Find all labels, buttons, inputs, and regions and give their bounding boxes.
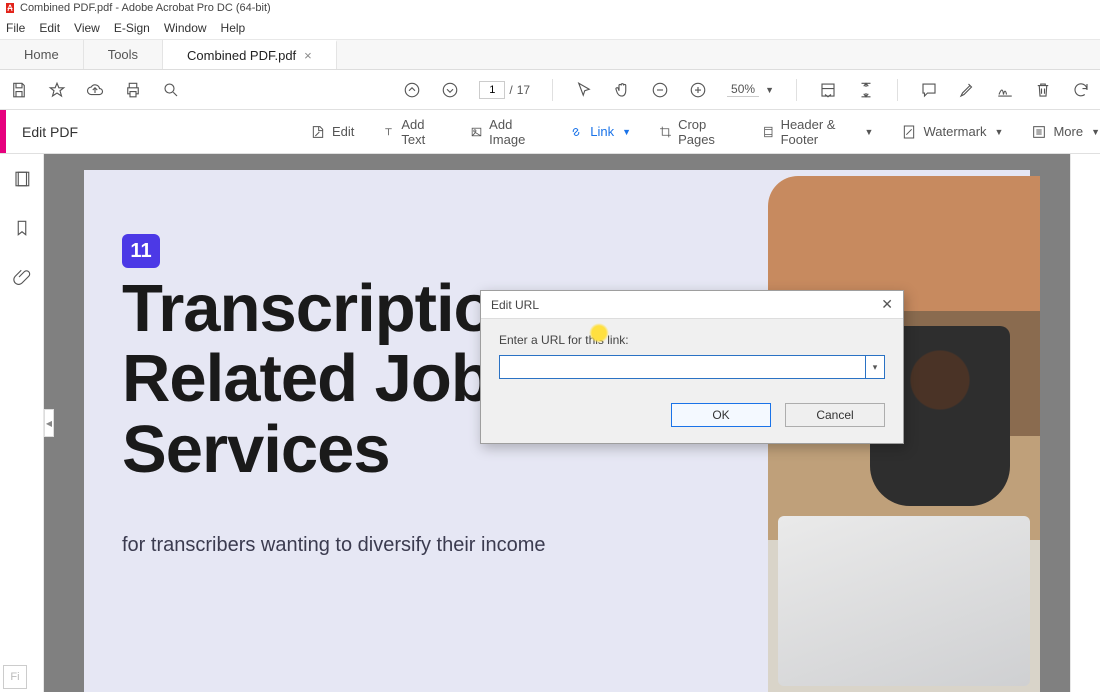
watermark-label: Watermark [923, 124, 986, 139]
add-image-tool[interactable]: Add Image [470, 117, 540, 147]
more-label: More [1053, 124, 1083, 139]
tabbar: Home Tools Combined PDF.pdf × [0, 40, 1100, 70]
save-icon[interactable] [10, 81, 28, 99]
fit-width-icon[interactable] [819, 81, 837, 99]
ok-button[interactable]: OK [671, 403, 771, 427]
link-label: Link [590, 124, 614, 139]
chevron-down-icon: ▼ [865, 127, 874, 137]
window-title: Combined PDF.pdf - Adobe Acrobat Pro DC … [20, 2, 271, 14]
main-toolbar: / 17 50% ▼ [0, 70, 1100, 110]
close-icon[interactable]: ✕ [881, 296, 893, 313]
link-tool[interactable]: Link ▼ [568, 124, 631, 140]
bookmark-icon[interactable] [13, 219, 31, 242]
page-total: 17 [517, 83, 530, 97]
fit-page-icon[interactable] [857, 81, 875, 99]
edit-tool[interactable]: Edit [310, 124, 354, 140]
zoom-in-icon[interactable] [689, 81, 707, 99]
dialog-label-text: Enter a URL for this link: [499, 333, 629, 347]
menubar: File Edit View E-Sign Window Help [0, 16, 1100, 40]
page-badge: 11 [122, 234, 160, 268]
find-icon[interactable] [162, 81, 180, 99]
edit-url-dialog: Edit URL ✕ Enter a URL for this link: ▾ … [480, 290, 904, 444]
page-indicator: / 17 [479, 81, 530, 99]
zoom-out-icon[interactable] [651, 81, 669, 99]
print-icon[interactable] [124, 81, 142, 99]
header-footer-tool[interactable]: Header & Footer ▼ [762, 117, 874, 147]
crop-label: Crop Pages [678, 117, 734, 147]
select-arrow-icon[interactable] [575, 81, 593, 99]
tab-document[interactable]: Combined PDF.pdf × [163, 40, 337, 69]
window-titlebar: Combined PDF.pdf - Adobe Acrobat Pro DC … [0, 0, 1100, 16]
url-input[interactable] [499, 355, 865, 379]
page-sep: / [509, 83, 512, 97]
menu-file[interactable]: File [6, 21, 25, 35]
page-down-icon[interactable] [441, 81, 459, 99]
watermark-fi: Fi [3, 665, 27, 689]
cancel-button[interactable]: Cancel [785, 403, 885, 427]
chevron-down-icon: ▼ [622, 127, 631, 137]
chevron-down-icon: ▼ [765, 85, 774, 95]
more-tool[interactable]: More ▼ [1031, 124, 1100, 140]
star-icon[interactable] [48, 81, 66, 99]
edit-pdf-toolbar: Edit PDF Edit Add Text Add Image Link ▼ … [0, 110, 1100, 154]
edit-tool-label: Edit [332, 124, 354, 139]
acrobat-icon [4, 2, 16, 14]
menu-esign[interactable]: E-Sign [114, 21, 150, 35]
dialog-title: Edit URL [491, 298, 539, 312]
tab-close-icon[interactable]: × [304, 48, 312, 63]
right-panel-collapsed[interactable] [1070, 154, 1100, 692]
url-field-wrapper: ▾ [499, 355, 885, 379]
page-subtitle: for transcribers wanting to diversify th… [122, 534, 546, 557]
crop-tool[interactable]: Crop Pages [659, 117, 734, 147]
header-footer-label: Header & Footer [781, 117, 857, 147]
menu-view[interactable]: View [74, 21, 100, 35]
page-current-input[interactable] [479, 81, 505, 99]
add-text-tool[interactable]: Add Text [382, 117, 442, 147]
edit-pdf-title: Edit PDF [6, 124, 94, 140]
menu-edit[interactable]: Edit [39, 21, 60, 35]
thumbnails-icon[interactable] [13, 170, 31, 193]
menu-help[interactable]: Help [221, 21, 246, 35]
comment-icon[interactable] [920, 81, 938, 99]
left-nav-rail [0, 154, 44, 692]
tab-document-label: Combined PDF.pdf [187, 48, 296, 63]
hand-icon[interactable] [613, 81, 631, 99]
cursor-highlight-icon [589, 323, 609, 343]
chevron-down-icon: ▼ [995, 127, 1004, 137]
tab-tools-label: Tools [108, 47, 138, 62]
dialog-label: Enter a URL for this link: [499, 333, 885, 347]
page-up-icon[interactable] [403, 81, 421, 99]
tab-home[interactable]: Home [0, 40, 84, 69]
undo-icon[interactable] [1072, 81, 1090, 99]
collapse-handle[interactable]: ◀ [44, 409, 54, 437]
dialog-titlebar[interactable]: Edit URL ✕ [481, 291, 903, 319]
highlight-icon[interactable] [958, 81, 976, 99]
sign-icon[interactable] [996, 81, 1014, 99]
delete-icon[interactable] [1034, 81, 1052, 99]
add-text-label: Add Text [401, 117, 442, 147]
chevron-down-icon: ▼ [1091, 127, 1100, 137]
tab-home-label: Home [24, 47, 59, 62]
menu-window[interactable]: Window [164, 21, 207, 35]
zoom-value: 50% [727, 82, 759, 97]
tab-tools[interactable]: Tools [84, 40, 163, 69]
watermark-tool[interactable]: Watermark ▼ [901, 124, 1003, 140]
url-dropdown-button[interactable]: ▾ [865, 355, 885, 379]
zoom-select[interactable]: 50% ▼ [727, 82, 774, 97]
attachment-icon[interactable] [13, 268, 31, 291]
cloud-upload-icon[interactable] [86, 81, 104, 99]
add-image-label: Add Image [489, 117, 540, 147]
